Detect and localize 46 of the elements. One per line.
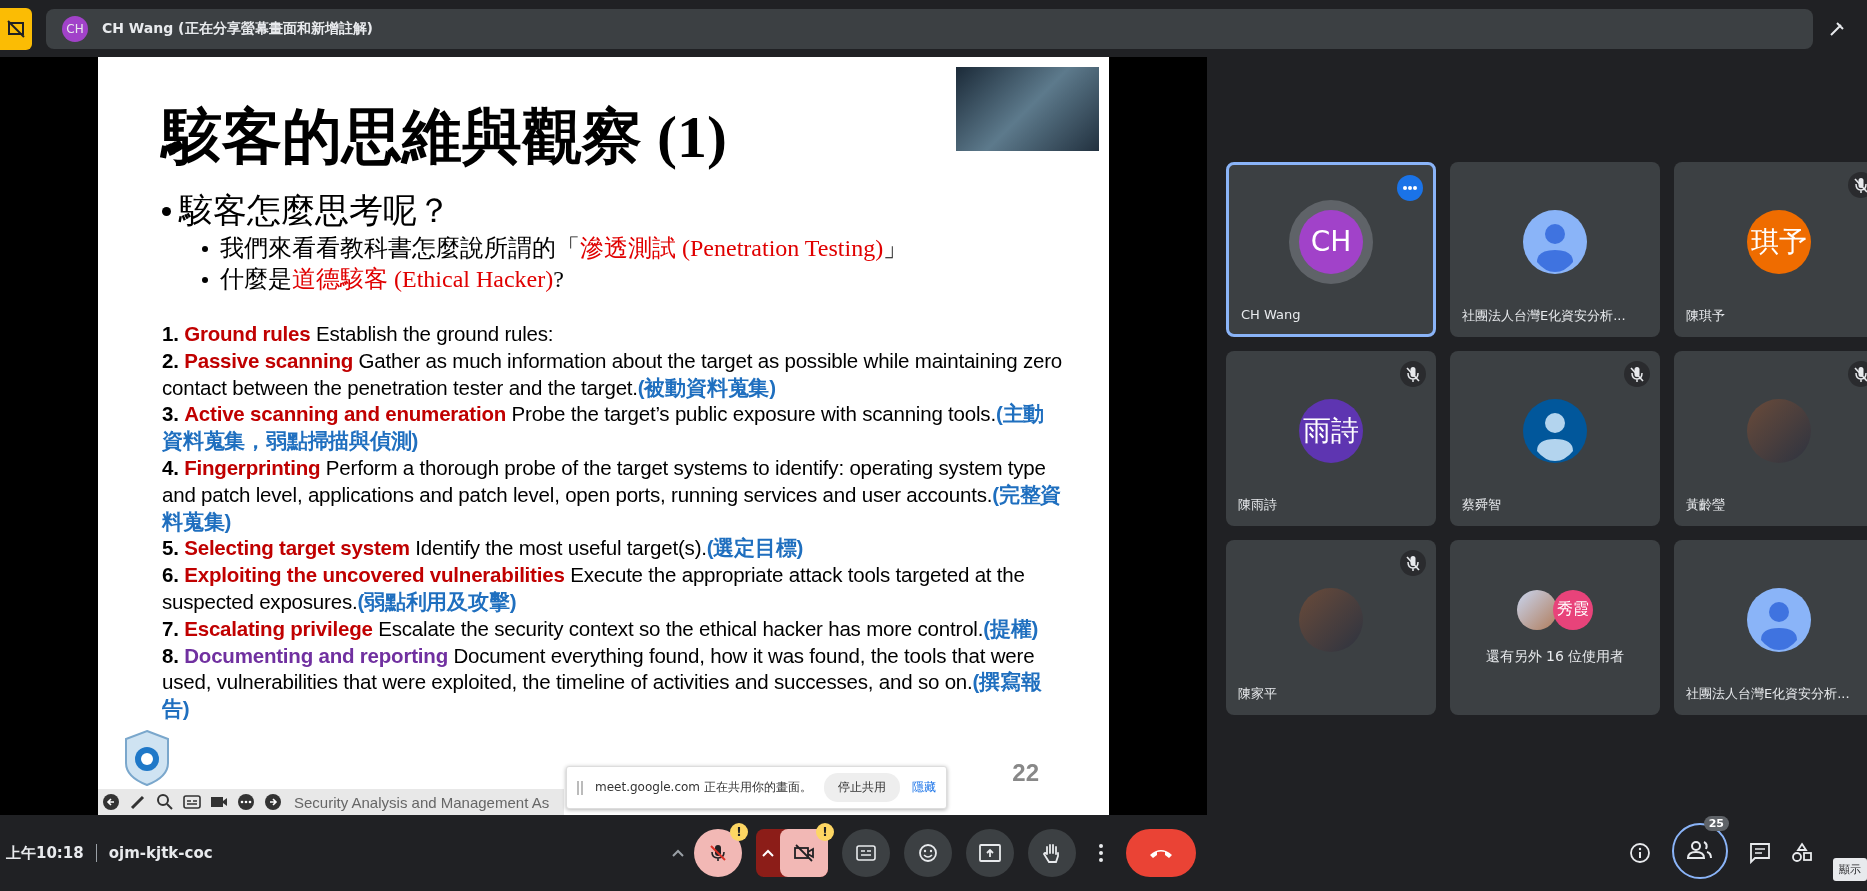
sub-bullet-text: 我們來看看教科書怎麼說所謂的「滲透測試 (Penetration Testing)」 [220, 234, 908, 263]
participant-tile[interactable]: 蔡舜智 [1450, 351, 1660, 526]
presenter-label: CH Wang (正在分享螢幕畫面和新增註解) [102, 19, 373, 38]
participant-count: 25 [1703, 816, 1729, 831]
avatar-initials: 雨詩 [1299, 398, 1363, 463]
avatar-initials: 秀霞 [1553, 589, 1593, 630]
participant-tile[interactable]: 琪予 陳琪予 [1674, 162, 1867, 337]
participant-tile[interactable]: 黃齡瑩 [1674, 351, 1867, 526]
step-text: 8. Documenting and reporting Document everything found, how it was found, the tools that were used, vulnerabilities that were exploited, the timeline of activities and successes, and so on.(撰寫報告) [162, 642, 1043, 723]
participant-name: 陳家平 [1238, 685, 1277, 703]
step-text: 1. Ground rules Establish the ground rules: [162, 321, 555, 347]
step-text: 5. Selecting target system Identify the most useful target(s).(選定目標) [162, 535, 805, 562]
participant-name: 蔡舜智 [1462, 496, 1501, 514]
footer-text: Security Analysis and Management As [294, 794, 550, 811]
participant-name: CH Wang [1241, 307, 1301, 322]
step-text: 2. Passive scanning Gather as much information about the target as possible while maintaining zero contact between the penetration tester and the target.(被動資料蒐集) [162, 347, 1062, 401]
sub-bullet-text: 什麼是道德駭客 (Ethical Hacker)? [220, 265, 564, 294]
step-text: 3. Active scanning and enumeration Probe the target’s public exposure with scanning tools.(主動資料蒐集，弱點掃描與偵測) [162, 401, 1046, 455]
avatar-initials: 琪予 [1747, 209, 1811, 274]
meeting-code: ojm-kjtk-coc [108, 844, 213, 862]
tooltip: 顯示 [1833, 858, 1867, 881]
participant-name: 陳琪予 [1686, 307, 1725, 325]
participant-name: 陳雨詩 [1238, 496, 1277, 514]
bullet-text: 駭客怎麼思考呢？ [179, 191, 451, 231]
participant-name: 社團法人台灣E化資安分析... [1462, 307, 1626, 325]
warning-badge: ! [730, 823, 748, 841]
step-text: 4. Fingerprinting Perform a thorough probe of the target systems to identify: operating system type and patch level, applications and patch level, open ports, running services and user accounts.(完整資料蒐集) [162, 455, 1062, 535]
participant-tile[interactable]: 雨詩 陳雨詩 [1226, 351, 1436, 526]
slide-title: 駭客的思維與觀察 (1) [162, 103, 727, 172]
participant-tile[interactable]: 社團法人台灣E化資安分析... [1450, 162, 1660, 337]
participant-tile[interactable]: CH CH Wang [1226, 162, 1436, 337]
clock-time: 上午10:18 [6, 843, 84, 863]
participant-tile[interactable]: 秀霞 還有另外 16 位使用者 [1450, 540, 1660, 715]
page-number: 22 [1012, 759, 1039, 787]
others-count: 還有另外 16 位使用者 [1485, 647, 1625, 666]
participant-tile[interactable]: 社團法人台灣E化資安分析... [1674, 540, 1867, 715]
presenter-avatar: CH [62, 15, 88, 42]
share-message: meet.google.com 正在共用你的畫面。 [595, 779, 812, 796]
participant-name: 黃齡瑩 [1686, 496, 1725, 514]
step-text: 7. Escalating privilege Escalate the security context so the ethical hacker has more control.(提權) [162, 615, 1040, 642]
participant-name: 社團法人台灣E化資安分析... [1686, 685, 1850, 703]
warning-badge: ! [816, 823, 834, 841]
hide-button[interactable]: 隱藏 [911, 779, 936, 796]
step-text: 6. Exploiting the uncovered vulnerabilities Execute the appropriate attack tools targeted at the suspected exposures.(弱點利用及攻擊) [162, 562, 1026, 615]
participant-tile[interactable]: 陳家平 [1226, 540, 1436, 715]
stop-sharing-button[interactable]: 停止共用 [823, 773, 900, 802]
